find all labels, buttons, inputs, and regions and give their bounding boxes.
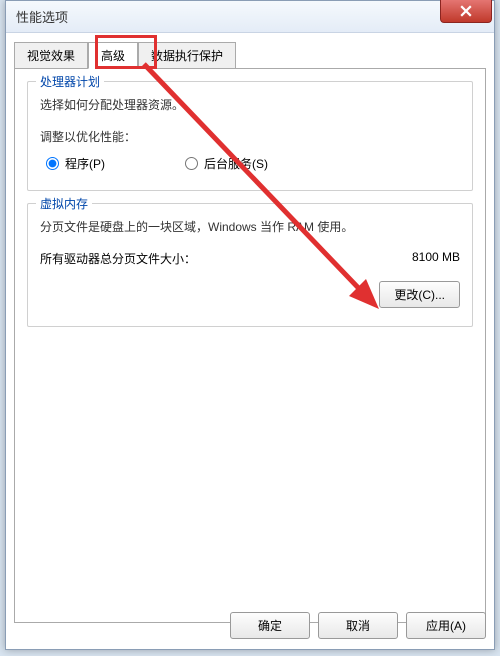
tab-content: 处理器计划 选择如何分配处理器资源。 调整以优化性能： 程序(P) 后台服务(S…: [14, 68, 486, 623]
window-title: 性能选项: [16, 7, 68, 26]
tab-dep[interactable]: 数据执行保护: [138, 42, 236, 69]
radio-programs[interactable]: 程序(P): [46, 155, 105, 172]
close-button[interactable]: [440, 0, 492, 23]
vm-total-row: 所有驱动器总分页文件大小： 8100 MB: [40, 250, 460, 267]
optimize-label: 调整以优化性能：: [40, 128, 460, 145]
processor-desc: 选择如何分配处理器资源。: [40, 96, 460, 114]
tab-visual-effects[interactable]: 视觉效果: [14, 42, 88, 69]
radio-row: 程序(P) 后台服务(S): [40, 155, 460, 172]
cancel-button[interactable]: 取消: [318, 612, 398, 639]
ok-button[interactable]: 确定: [230, 612, 310, 639]
vm-total-label: 所有驱动器总分页文件大小：: [40, 250, 196, 267]
radio-background[interactable]: 后台服务(S): [185, 155, 268, 172]
radio-programs-label: 程序(P): [65, 155, 105, 172]
vm-desc: 分页文件是硬盘上的一块区域，Windows 当作 RAM 使用。: [40, 218, 460, 236]
vm-button-row: 更改(C)...: [40, 281, 460, 308]
radio-background-input[interactable]: [185, 157, 198, 170]
close-icon: [460, 5, 472, 17]
radio-background-label: 后台服务(S): [204, 155, 268, 172]
titlebar: 性能选项: [6, 1, 494, 33]
change-button[interactable]: 更改(C)...: [379, 281, 460, 308]
vm-legend: 虚拟内存: [36, 195, 92, 212]
apply-button[interactable]: 应用(A): [406, 612, 486, 639]
processor-legend: 处理器计划: [36, 73, 104, 90]
tab-advanced[interactable]: 高级: [88, 42, 138, 69]
vm-total-value: 8100 MB: [412, 250, 460, 267]
performance-options-window: 性能选项 视觉效果 高级 数据执行保护 处理器计划 选择如何分配处理器资源。 调…: [5, 0, 495, 650]
dialog-buttons: 确定 取消 应用(A): [14, 612, 486, 639]
radio-programs-input[interactable]: [46, 157, 59, 170]
processor-scheduling-group: 处理器计划 选择如何分配处理器资源。 调整以优化性能： 程序(P) 后台服务(S…: [27, 81, 473, 191]
virtual-memory-group: 虚拟内存 分页文件是硬盘上的一块区域，Windows 当作 RAM 使用。 所有…: [27, 203, 473, 327]
tab-strip: 视觉效果 高级 数据执行保护: [6, 33, 494, 68]
